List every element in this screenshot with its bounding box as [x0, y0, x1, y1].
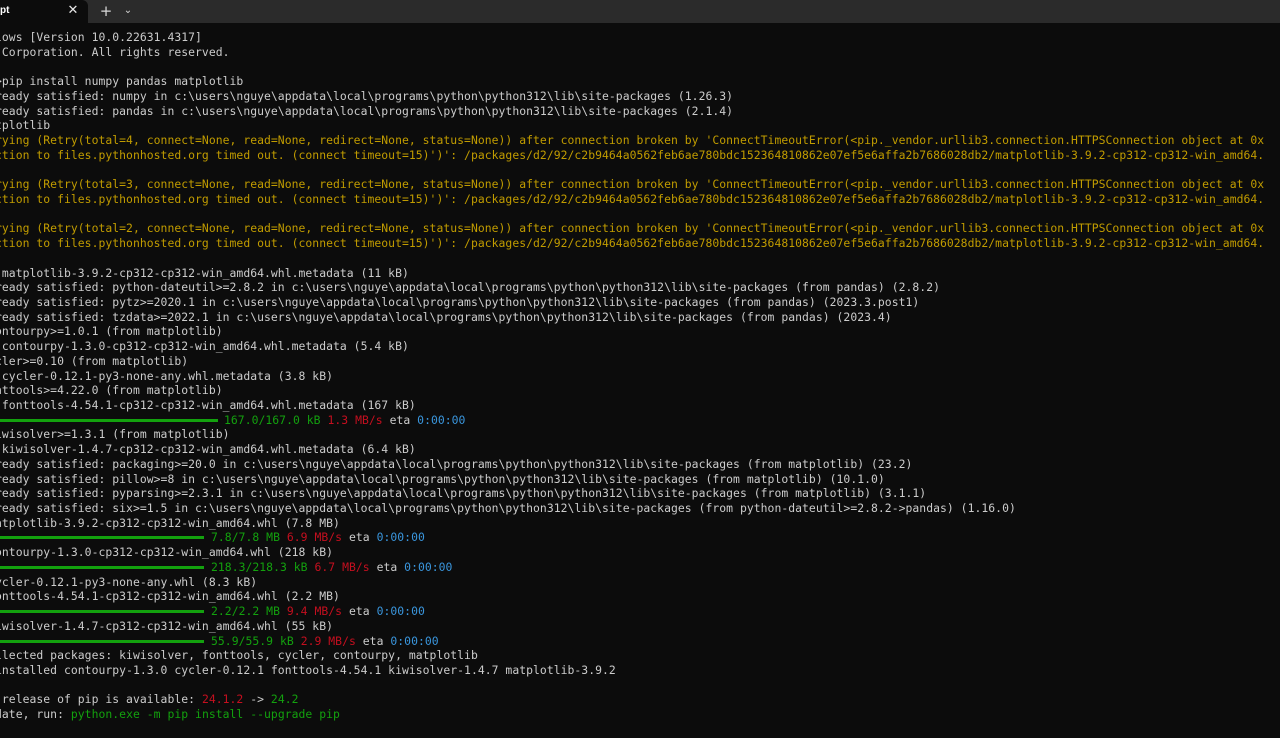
terminal-line: ready satisfied: packaging>=20.0 in c:\u… [0, 456, 913, 471]
terminal-line: ready satisfied: pytz>=2020.1 in c:\user… [0, 294, 920, 309]
progress-speed: 9.4 MB/s [286, 604, 343, 619]
progress-bar [0, 639, 204, 643]
terminal-line: ontourpy>=1.0.1 (from matplotlib) [0, 324, 223, 339]
terminal-tab[interactable]: pt ✕ [0, 0, 88, 23]
progress-done: 7.8/7.8 MB [211, 530, 280, 545]
progress-eta: 0:00:00 [390, 633, 439, 648]
progress-speed: 6.9 MB/s [286, 530, 343, 545]
terminal-line: lows [Version 10.0.22631.4317] [0, 30, 202, 44]
terminal-line: date, run: python.exe -m pip install --u… [0, 707, 340, 722]
progress-eta-label: eta [342, 604, 377, 619]
progress-eta: 0:00:00 [404, 559, 453, 574]
terminal-line: fonttools-4.54.1-cp312-cp312-win_amd64.w… [0, 398, 416, 412]
terminal-line: rying (Retry(total=4, connect=None, read… [0, 133, 1265, 148]
progress-done: 2.2/2.2 MB [211, 604, 280, 619]
terminal-line: iwisolver>=1.3.1 (from matplotlib) [0, 427, 230, 442]
chevron-down-icon[interactable]: ⌄ [121, 3, 135, 19]
terminal-line: contourpy-1.3.0-cp312-cp312-win_amd64.wh… [0, 339, 409, 354]
terminal-line: iwisolver-1.4.7-cp312-cp312-win_amd64.wh… [0, 618, 333, 633]
terminal-segment: 24.1.2 [201, 692, 244, 707]
progress-line: 2.2/2.2 MB 9.4 MB/s eta 0:00:00 [211, 604, 425, 619]
terminal-line: ready satisfied: numpy in c:\users\nguye… [0, 88, 734, 103]
new-tab-icon[interactable]: + [98, 2, 114, 20]
terminal-line: ready satisfied: six>=1.5 in c:\users\ng… [0, 501, 1016, 516]
terminal-output[interactable]: lows [Version 10.0.22631.4317] Corporati… [0, 29, 1280, 738]
terminal-line: atplotlib-3.9.2-cp312-cp312-win_amd64.wh… [0, 515, 340, 530]
progress-eta-label: eta [369, 559, 405, 574]
terminal-line: cycler-0.12.1-py3-none-any.whl.metadata … [0, 368, 333, 383]
terminal-line: cler>=0.10 (from matplotlib) [0, 353, 189, 368]
progress-bar [0, 536, 204, 540]
terminal-line: ready satisfied: pyparsing>=2.3.1 in c:\… [0, 486, 927, 501]
progress-bar [0, 565, 204, 569]
progress-bar [0, 610, 204, 614]
terminal-segment: release of pip is available: [0, 692, 202, 707]
window-titlebar: pt ✕ + ⌄ [0, 0, 1280, 23]
terminal-line: onttools-4.54.1-cp312-cp312-win_amd64.wh… [0, 589, 340, 604]
terminal-line: ready satisfied: tzdata>=2022.1 in c:\us… [0, 309, 892, 324]
terminal-line: ction to files.pythonhosted.org timed ou… [0, 236, 1265, 251]
progress-line: 218.3/218.3 kB 6.7 MB/s eta 0:00:00 [211, 560, 452, 575]
tab-title: pt [0, 5, 10, 16]
terminal-segment: python.exe -m pip install --upgrade pip [70, 707, 340, 722]
terminal-line: ycler-0.12.1-py3-none-any.whl (8.3 kB) [0, 574, 258, 589]
terminal-line: ction to files.pythonhosted.org timed ou… [0, 147, 1265, 162]
progress-eta: 0:00:00 [376, 604, 425, 619]
terminal-line: rying (Retry(total=2, connect=None, read… [0, 221, 1265, 236]
progress-eta-label: eta [382, 412, 418, 427]
close-tab-icon[interactable]: ✕ [66, 3, 80, 19]
terminal-line: nttools>=4.22.0 (from matplotlib) [0, 383, 223, 398]
terminal-segment: -> [243, 692, 271, 707]
terminal-line: ontourpy-1.3.0-cp312-cp312-win_amd64.whl… [0, 545, 333, 560]
progress-done: 218.3/218.3 kB [211, 559, 308, 574]
terminal-line: ction to files.pythonhosted.org timed ou… [0, 191, 1265, 206]
progress-eta: 0:00:00 [417, 412, 466, 427]
progress-line: 167.0/167.0 kB 1.3 MB/s eta 0:00:00 [224, 413, 465, 428]
terminal-line: Corporation. All rights reserved. [0, 44, 230, 59]
progress-eta-label: eta [342, 530, 377, 545]
sep [280, 530, 287, 544]
terminal-line: installed contourpy-1.3.0 cycler-0.12.1 … [0, 662, 616, 677]
terminal-line: matplotlib-3.9.2-cp312-cp312-win_amd64.w… [0, 265, 409, 280]
progress-done: 167.0/167.0 kB [224, 412, 321, 427]
sep [294, 634, 301, 648]
progress-speed: 1.3 MB/s [327, 412, 383, 427]
terminal-line: ready satisfied: python-dateutil>=2.8.2 … [0, 280, 940, 295]
sep [280, 604, 287, 618]
terminal-line: ready satisfied: pandas in c:\users\nguy… [0, 103, 734, 118]
terminal-line: rying (Retry(total=3, connect=None, read… [0, 177, 1265, 192]
progress-line: 7.8/7.8 MB 6.9 MB/s eta 0:00:00 [211, 530, 425, 545]
progress-bar [0, 418, 218, 422]
progress-done: 55.9/55.9 kB [211, 633, 294, 648]
progress-eta-label: eta [355, 633, 391, 648]
terminal-line: release of pip is available: 24.1.2 -> 2… [0, 692, 299, 707]
progress-speed: 6.7 MB/s [314, 559, 370, 574]
terminal-line: kiwisolver-1.4.7-cp312-cp312-win_amd64.w… [0, 442, 416, 457]
progress-speed: 2.9 MB/s [300, 633, 356, 648]
progress-eta: 0:00:00 [376, 530, 425, 545]
terminal-line: tplotlib [0, 118, 51, 133]
progress-line: 55.9/55.9 kB 2.9 MB/s eta 0:00:00 [211, 634, 439, 649]
terminal-line: >pip install numpy pandas matplotlib [0, 74, 244, 89]
terminal-line: llected packages: kiwisolver, fonttools,… [0, 648, 478, 663]
terminal-segment: date, run: [0, 707, 71, 722]
terminal-segment: 24.2 [270, 692, 299, 707]
terminal-line: ready satisfied: pillow>=8 in c:\users\n… [0, 471, 885, 486]
